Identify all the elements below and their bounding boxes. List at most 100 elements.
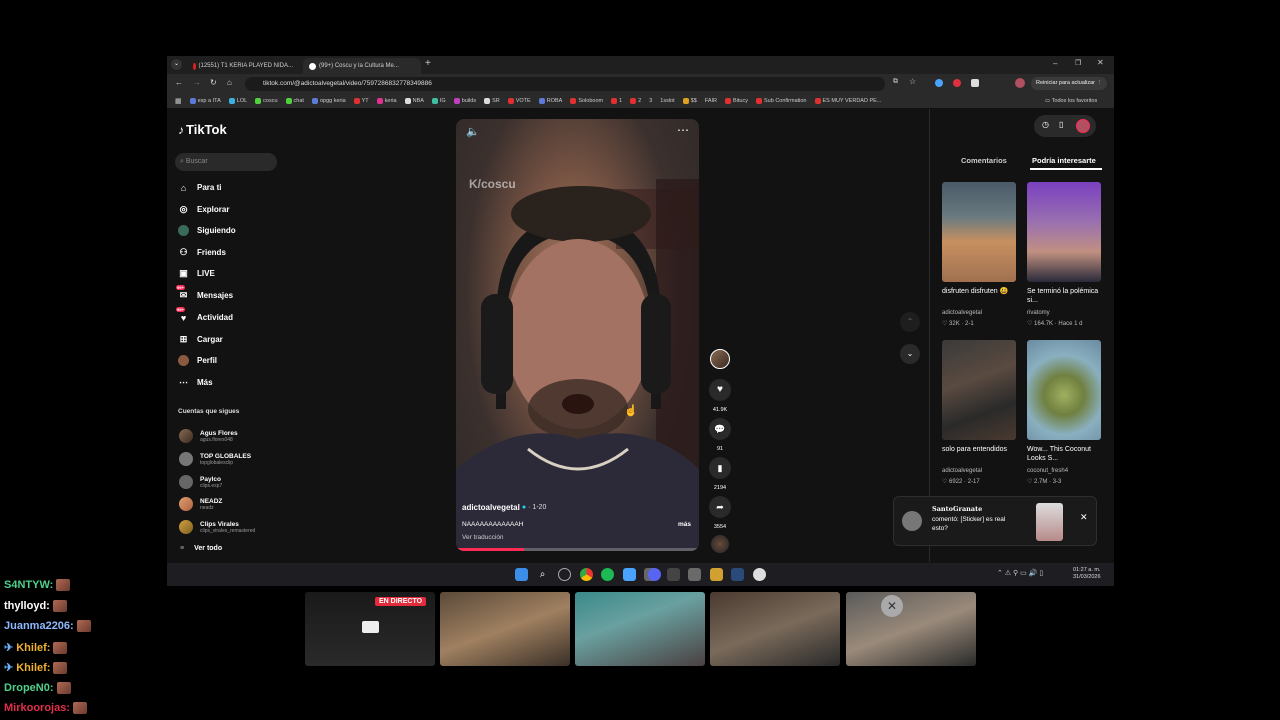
clock[interactable]: 01:27 a. m. 31/03/2026 — [1073, 567, 1101, 581]
following-account[interactable]: TOP GLOBALES topglobalesclip — [179, 452, 251, 466]
bookmark-item[interactable]: 1sslot — [660, 98, 674, 104]
suggestion-author[interactable]: rivatomy — [1027, 310, 1050, 316]
bookmark-item[interactable]: FAIR — [705, 98, 717, 104]
following-account[interactable]: Clips Virales clips_virales_remastered — [179, 520, 255, 534]
bookmark-item[interactable]: keria — [376, 98, 397, 104]
bookmark-star-icon[interactable]: ☆ — [909, 77, 916, 86]
bookmark-item[interactable]: Sub Confirmation — [756, 98, 807, 104]
bookmark-item[interactable]: 1 — [611, 98, 622, 104]
app-icon[interactable] — [667, 568, 680, 581]
bookmark-item[interactable]: Bitucy — [725, 98, 748, 104]
home-icon[interactable]: ⌂ — [227, 78, 232, 87]
bookmark-item[interactable]: $$ — [682, 98, 697, 104]
suggestion-caption[interactable]: solo para entendidos — [942, 445, 1014, 454]
sound-icon[interactable]: 🔈 — [466, 125, 480, 138]
reload-icon[interactable]: ↻ — [210, 78, 217, 87]
app-icon[interactable] — [688, 568, 701, 581]
tab-comentarios[interactable]: Comentarios — [961, 156, 1007, 165]
bookmark-item[interactable]: 2 — [630, 98, 641, 104]
address-bar[interactable]: tiktok.com/@adictoalvegetal/video/759728… — [245, 77, 885, 91]
nav-para-ti[interactable]: ⌂ Para ti — [178, 182, 222, 193]
bookmark-item[interactable]: opgg keria — [311, 98, 346, 104]
save-button[interactable]: ▮ — [709, 457, 731, 479]
bookmark-item[interactable]: ES MUY VERDAD PE... — [814, 98, 881, 104]
bookmark-item[interactable]: ROBA — [538, 98, 562, 104]
bookmark-item[interactable]: 3 — [649, 98, 652, 104]
back-icon[interactable]: ← — [175, 78, 183, 87]
suggestion-thumbnail[interactable] — [942, 340, 1016, 440]
suggestion-author[interactable]: adictoalvegetal — [942, 310, 982, 316]
bookmark-item[interactable]: coscu — [255, 98, 278, 104]
suggestion-caption[interactable]: disfruten disfruten 😃 — [942, 287, 1014, 296]
nav-explorar[interactable]: ◎ Explorar — [178, 204, 230, 215]
nav-mensajes[interactable]: ✉ 99+ Mensajes — [176, 285, 233, 301]
nav-cargar[interactable]: ⊞ Cargar — [178, 334, 223, 345]
search-icon[interactable]: ⌕ — [536, 568, 549, 581]
comment-button[interactable]: 💬 — [709, 418, 731, 440]
user-avatar[interactable] — [1076, 119, 1090, 133]
following-account[interactable]: Agus Flores agus.flores048 — [179, 429, 238, 443]
discord-icon[interactable] — [648, 568, 661, 581]
close-window-button[interactable]: ✕ — [1097, 58, 1104, 67]
new-tab-button[interactable]: + — [425, 58, 431, 69]
caption-more-link[interactable]: más — [678, 521, 691, 528]
extension-icon[interactable] — [971, 79, 979, 87]
nav-actividad[interactable]: ♥ 99+ Actividad — [176, 307, 233, 323]
all-bookmarks-folder[interactable]: ▭ Todos los favoritos — [1045, 98, 1097, 104]
task-view-icon[interactable] — [558, 568, 571, 581]
spotify-icon[interactable] — [601, 568, 614, 581]
suggestion-thumbnail[interactable] — [942, 182, 1016, 282]
update-button[interactable]: Reiniciar para actualizar ⋮ — [1031, 77, 1108, 90]
tab-youtube[interactable]: (12551) T1 KERIA PLAYED NIDA... — [187, 58, 299, 74]
apps-icon[interactable]: ▦ — [175, 97, 182, 105]
sound-disc[interactable] — [711, 535, 729, 553]
bookmark-item[interactable]: IG — [431, 98, 446, 104]
steam-icon[interactable] — [731, 568, 744, 581]
nav-live[interactable]: ▣ LIVE — [178, 268, 215, 279]
author-avatar[interactable] — [710, 349, 730, 369]
extension-icon[interactable] — [935, 79, 943, 87]
close-icon[interactable]: ✕ — [1080, 512, 1088, 523]
forward-icon[interactable]: → — [193, 78, 201, 87]
bookmark-item[interactable]: Soloboom — [570, 98, 603, 104]
nav-friends[interactable]: ⚇ Friends — [178, 247, 225, 258]
tab-podria-interesarte[interactable]: Podría interesarte — [1032, 156, 1096, 165]
suggestion-author[interactable]: coconut_fresh4 — [1027, 468, 1068, 474]
tray-icons[interactable]: ⌃ ⚠ ⚲ ▭ 🔊 ▯ — [997, 569, 1043, 577]
bookmark-item[interactable]: SR — [484, 98, 500, 104]
chrome-icon[interactable] — [580, 568, 593, 581]
bookmark-item[interactable]: YT — [353, 98, 369, 104]
following-account[interactable]: Paylco clips.esp7 — [179, 475, 222, 489]
app-icon[interactable] — [753, 568, 766, 581]
bookmark-item[interactable]: builds — [453, 98, 476, 104]
like-button[interactable]: ♥ — [709, 379, 731, 401]
nav-perfil[interactable]: Perfil — [178, 355, 217, 366]
notification-toast[interactable]: SantoGranate comentó: [Sticker] es real … — [893, 496, 1097, 546]
device-icon[interactable]: ▯ — [1059, 120, 1063, 129]
tab-search-icon[interactable]: ⌄ — [171, 59, 182, 70]
suggestion-caption[interactable]: Wow... This Coconut Looks S... — [1027, 445, 1099, 463]
profile-avatar[interactable] — [1015, 78, 1025, 88]
bookmark-item[interactable]: chat — [285, 98, 304, 104]
bookmark-item[interactable]: NBA — [404, 98, 424, 104]
share-button[interactable]: ➦ — [709, 496, 731, 518]
translate-link[interactable]: Ver traducción — [462, 534, 504, 541]
search-input[interactable]: ⌕ Buscar — [175, 153, 277, 171]
clock-icon[interactable]: ◷ — [1042, 120, 1049, 129]
video-player[interactable]: 🔈 ⋯ K/coscu adictoalvegetal ● · 1-20 NAA… — [456, 119, 699, 551]
suggestion-author[interactable]: adictoalvegetal — [942, 468, 982, 474]
see-all-link[interactable]: ≡ Ver todo — [180, 545, 222, 552]
windows-start-icon[interactable] — [515, 568, 528, 581]
video-more-icon[interactable]: ⋯ — [677, 123, 689, 137]
tab-tiktok[interactable]: (99+) Coscu y la Cultura Me... — [303, 58, 421, 74]
app-icon[interactable] — [710, 568, 723, 581]
notepad-icon[interactable] — [623, 568, 636, 581]
video-progress-bar[interactable] — [456, 548, 699, 551]
maximize-button[interactable]: ❐ — [1075, 59, 1081, 67]
tiktok-logo[interactable]: ♪ TikTok — [178, 122, 227, 137]
next-video-button[interactable]: ⌄ — [900, 344, 920, 364]
bookmark-item[interactable]: LOL — [228, 98, 247, 104]
bookmark-item[interactable]: esp a ITA — [189, 98, 221, 104]
suggestion-thumbnail[interactable] — [1027, 340, 1101, 440]
suggestion-thumbnail[interactable] — [1027, 182, 1101, 282]
